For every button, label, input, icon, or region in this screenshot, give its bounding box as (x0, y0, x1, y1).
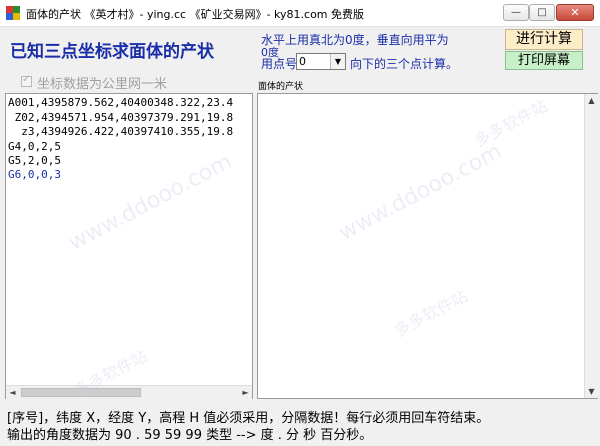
input-line: G6,0,0,3 (8, 168, 61, 181)
check-icon: ✓ (22, 74, 31, 85)
chevron-down-icon[interactable]: ▼ (330, 54, 345, 69)
orientation-note: 水平上用真北为0度，垂直向用平为 (261, 33, 449, 47)
page-title: 已知三点坐标求面体的产状 (10, 42, 214, 62)
footer-format-note: 输出的角度数据为 90 . 59 59 99 类型 --> 度 . 分 秒 百分… (7, 428, 373, 443)
print-screen-button[interactable]: 打印屏幕 (505, 51, 583, 70)
maximize-icon: □ (537, 7, 547, 18)
input-line: A001,4395879.562,40400348.322,23.4 (8, 96, 234, 109)
scroll-down-icon[interactable]: ▼ (585, 385, 598, 398)
point-number-value: 0 (299, 55, 306, 68)
km-grid-checkbox-label: 坐标数据为公里网一米 (37, 77, 168, 92)
scroll-right-icon[interactable]: ► (239, 386, 252, 399)
horizontal-scrollbar[interactable]: ◄ ► (6, 385, 252, 399)
input-line: G5,2,0,5 (8, 154, 61, 167)
input-line: G4,0,2,5 (8, 140, 61, 153)
close-icon: ✕ (570, 6, 580, 19)
title-bar: 面体的产状 《英才村》- ying.cc 《矿业交易网》- ky81.com 免… (0, 0, 600, 27)
minimize-icon: — (511, 7, 521, 18)
scroll-up-icon[interactable]: ▲ (585, 94, 598, 107)
input-line: Z02,4394571.954,40397379.291,19.8 (8, 111, 234, 124)
close-button[interactable]: ✕ (556, 4, 594, 21)
calculate-button[interactable]: 进行计算 (505, 29, 583, 50)
minimize-button[interactable]: — (503, 4, 529, 21)
point-number-label: 用点号 (261, 57, 298, 71)
point-number-select[interactable]: 0 ▼ (296, 53, 346, 70)
maximize-button[interactable]: □ (529, 4, 555, 21)
result-output-textarea[interactable] (257, 93, 598, 399)
window-title: 面体的产状 《英才村》- ying.cc 《矿业交易网》- ky81.com 免… (26, 8, 365, 21)
point-number-suffix: 向下的三个点计算。 (350, 57, 459, 71)
input-line: z3,4394926.422,40397410.355,19.8 (8, 125, 234, 138)
result-caption: 面体的产状 (258, 82, 304, 92)
scroll-left-icon[interactable]: ◄ (6, 386, 19, 399)
km-grid-checkbox[interactable]: ✓ (21, 74, 32, 87)
app-icon (6, 6, 20, 20)
vertical-scrollbar[interactable]: ▲ ▼ (584, 94, 598, 398)
